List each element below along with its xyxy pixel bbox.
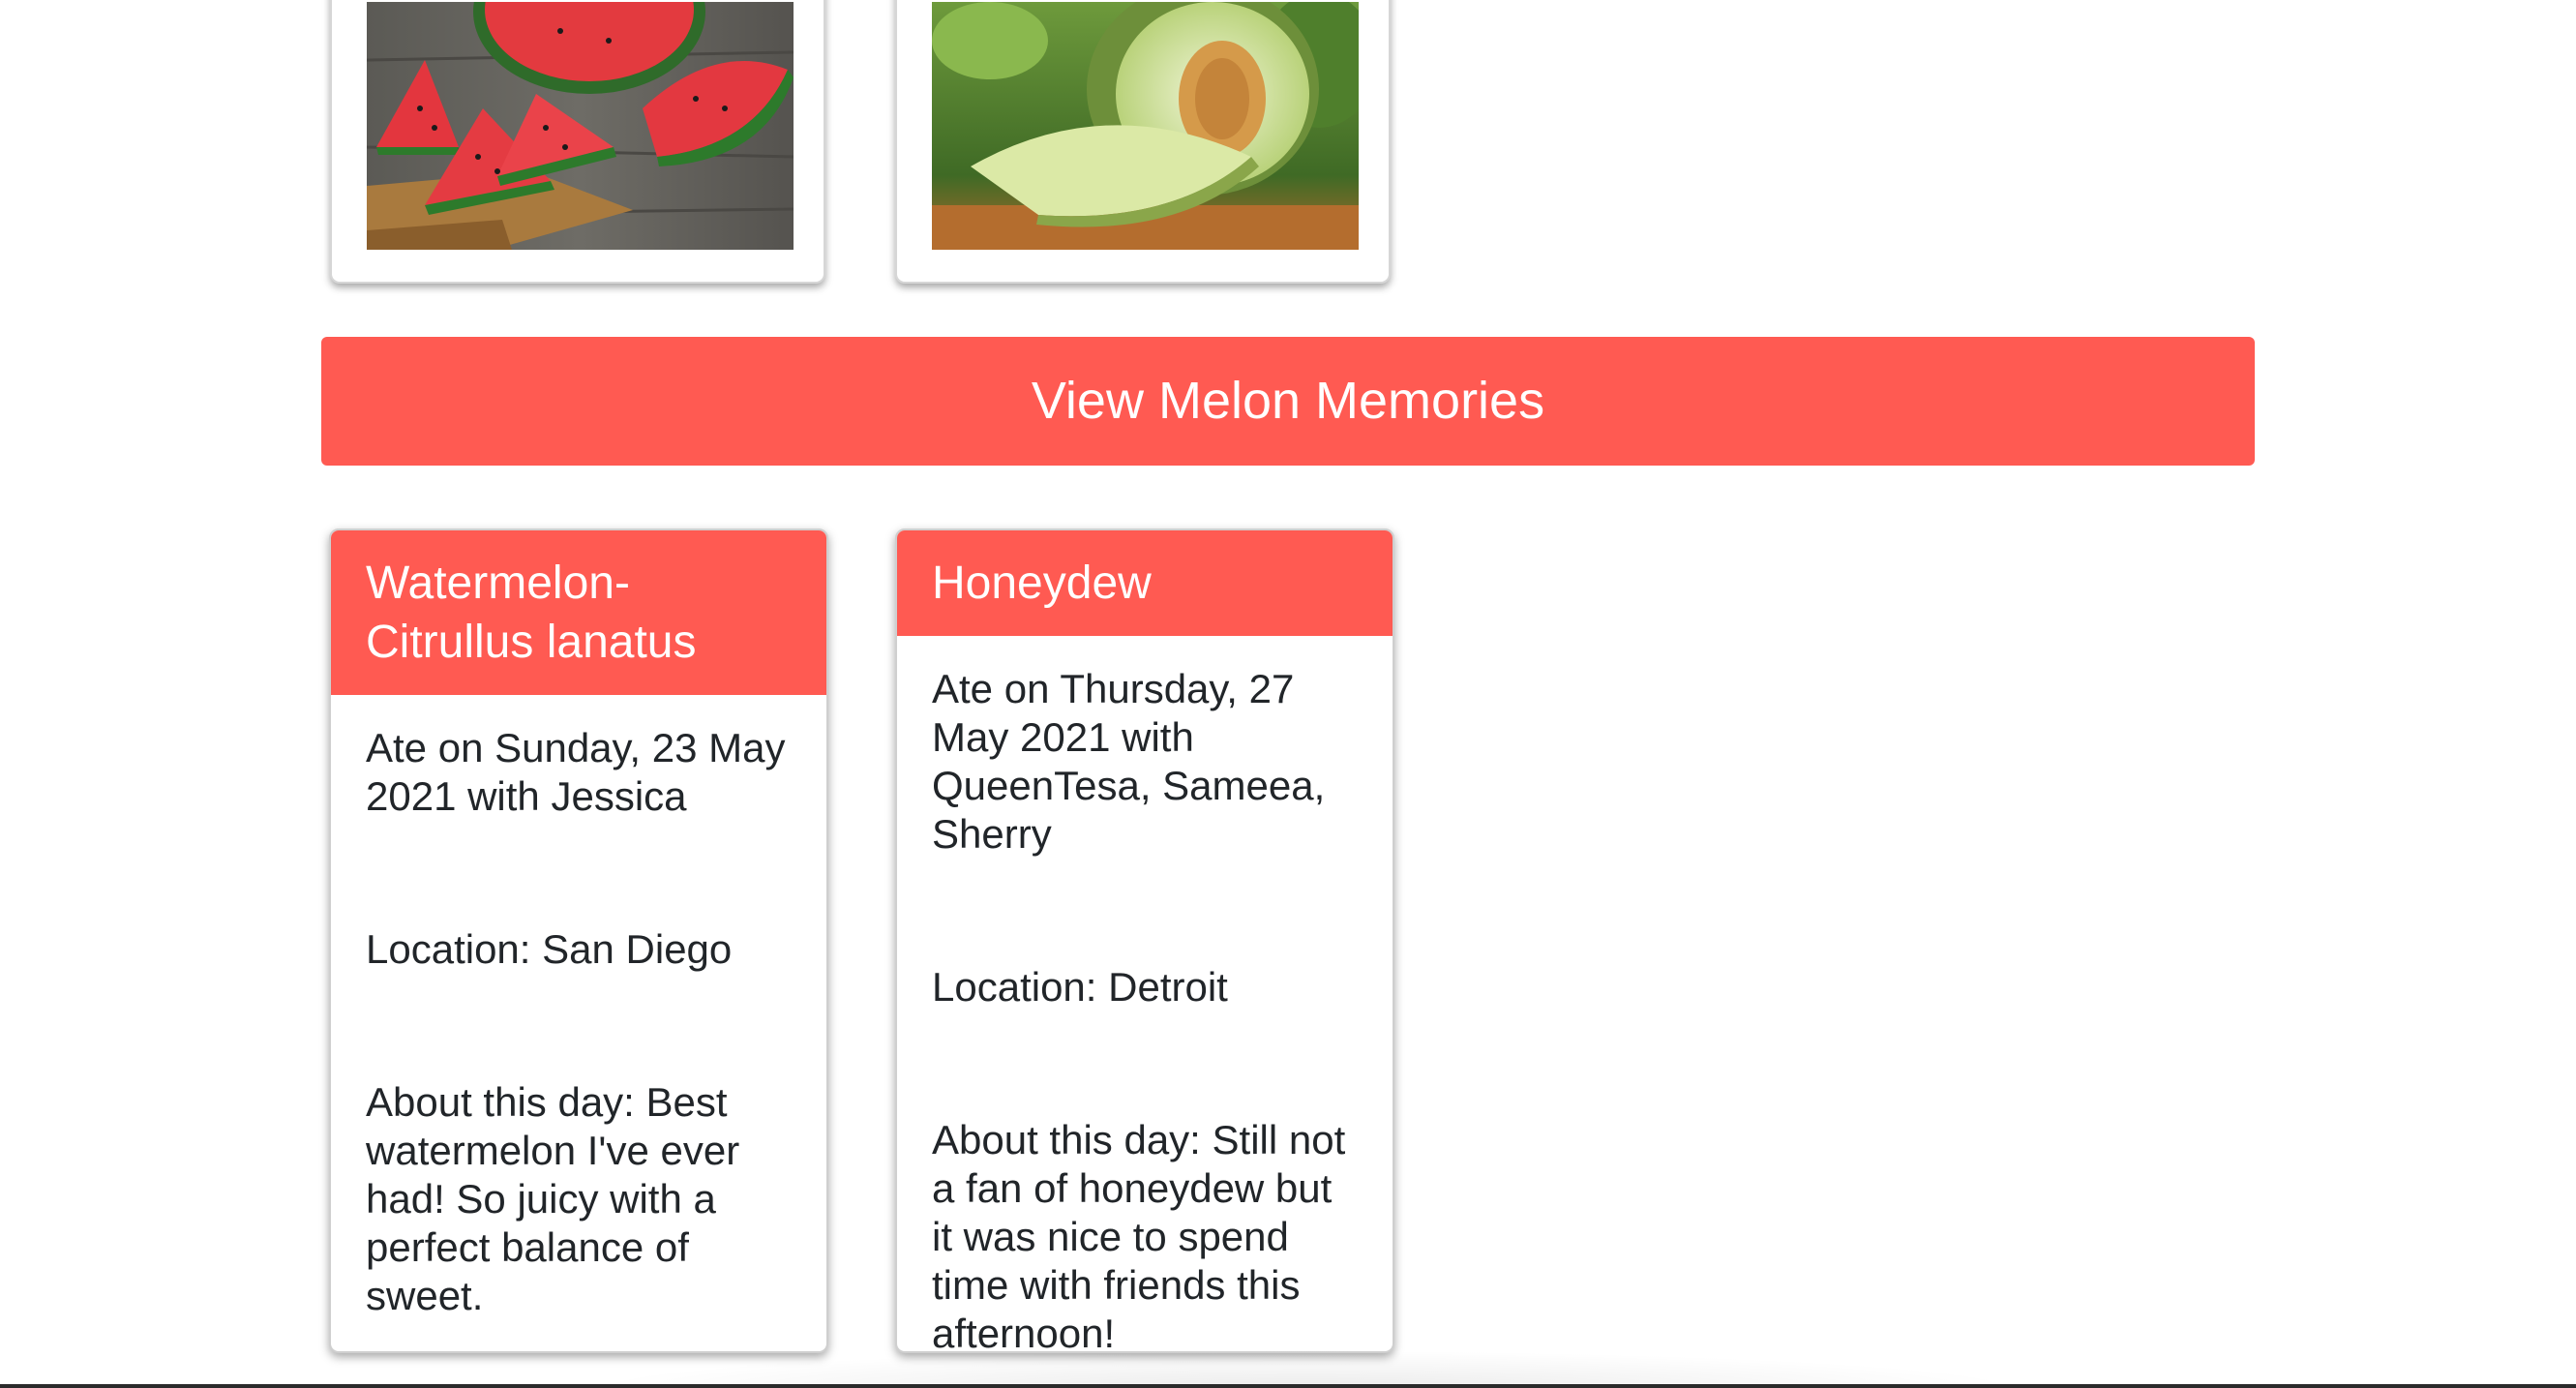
memory-card: Watermelon-Citrullus lanatus Ate on Sund… <box>329 528 828 1353</box>
view-melon-memories-button[interactable]: View Melon Memories <box>321 337 2255 466</box>
ate-on-text: Ate on Thursday, 27 May 2021 with QueenT… <box>932 666 1326 857</box>
scroll-shadow <box>581 1350 2032 1388</box>
memory-card: Honeydew Ate on Thursday, 27 May 2021 wi… <box>895 528 1394 1353</box>
location-text: Location: San Diego <box>366 926 733 972</box>
watermelon-photo-card <box>330 0 825 284</box>
card-title: Watermelon-Citrullus lanatus <box>331 530 826 695</box>
card-body: Ate on Sunday, 23 May 2021 with Jessica … <box>331 695 826 1320</box>
location-text: Location: Detroit <box>932 964 1228 1010</box>
about-text: About this day: Best watermelon I've eve… <box>366 1079 740 1318</box>
watermelon-photo <box>367 2 794 250</box>
ate-on-text: Ate on Sunday, 23 May 2021 with Jessica <box>366 725 786 819</box>
window-bottom-edge <box>0 1384 2576 1388</box>
page: View Melon Memories Watermelon-Citrullus… <box>0 0 2576 1388</box>
about-text: About this day: Still not a fan of honey… <box>932 1117 1346 1353</box>
card-title: Honeydew <box>897 530 1393 636</box>
card-body: Ate on Thursday, 27 May 2021 with QueenT… <box>897 636 1393 1353</box>
honeydew-photo-card <box>895 0 1391 284</box>
honeydew-photo <box>932 2 1359 250</box>
